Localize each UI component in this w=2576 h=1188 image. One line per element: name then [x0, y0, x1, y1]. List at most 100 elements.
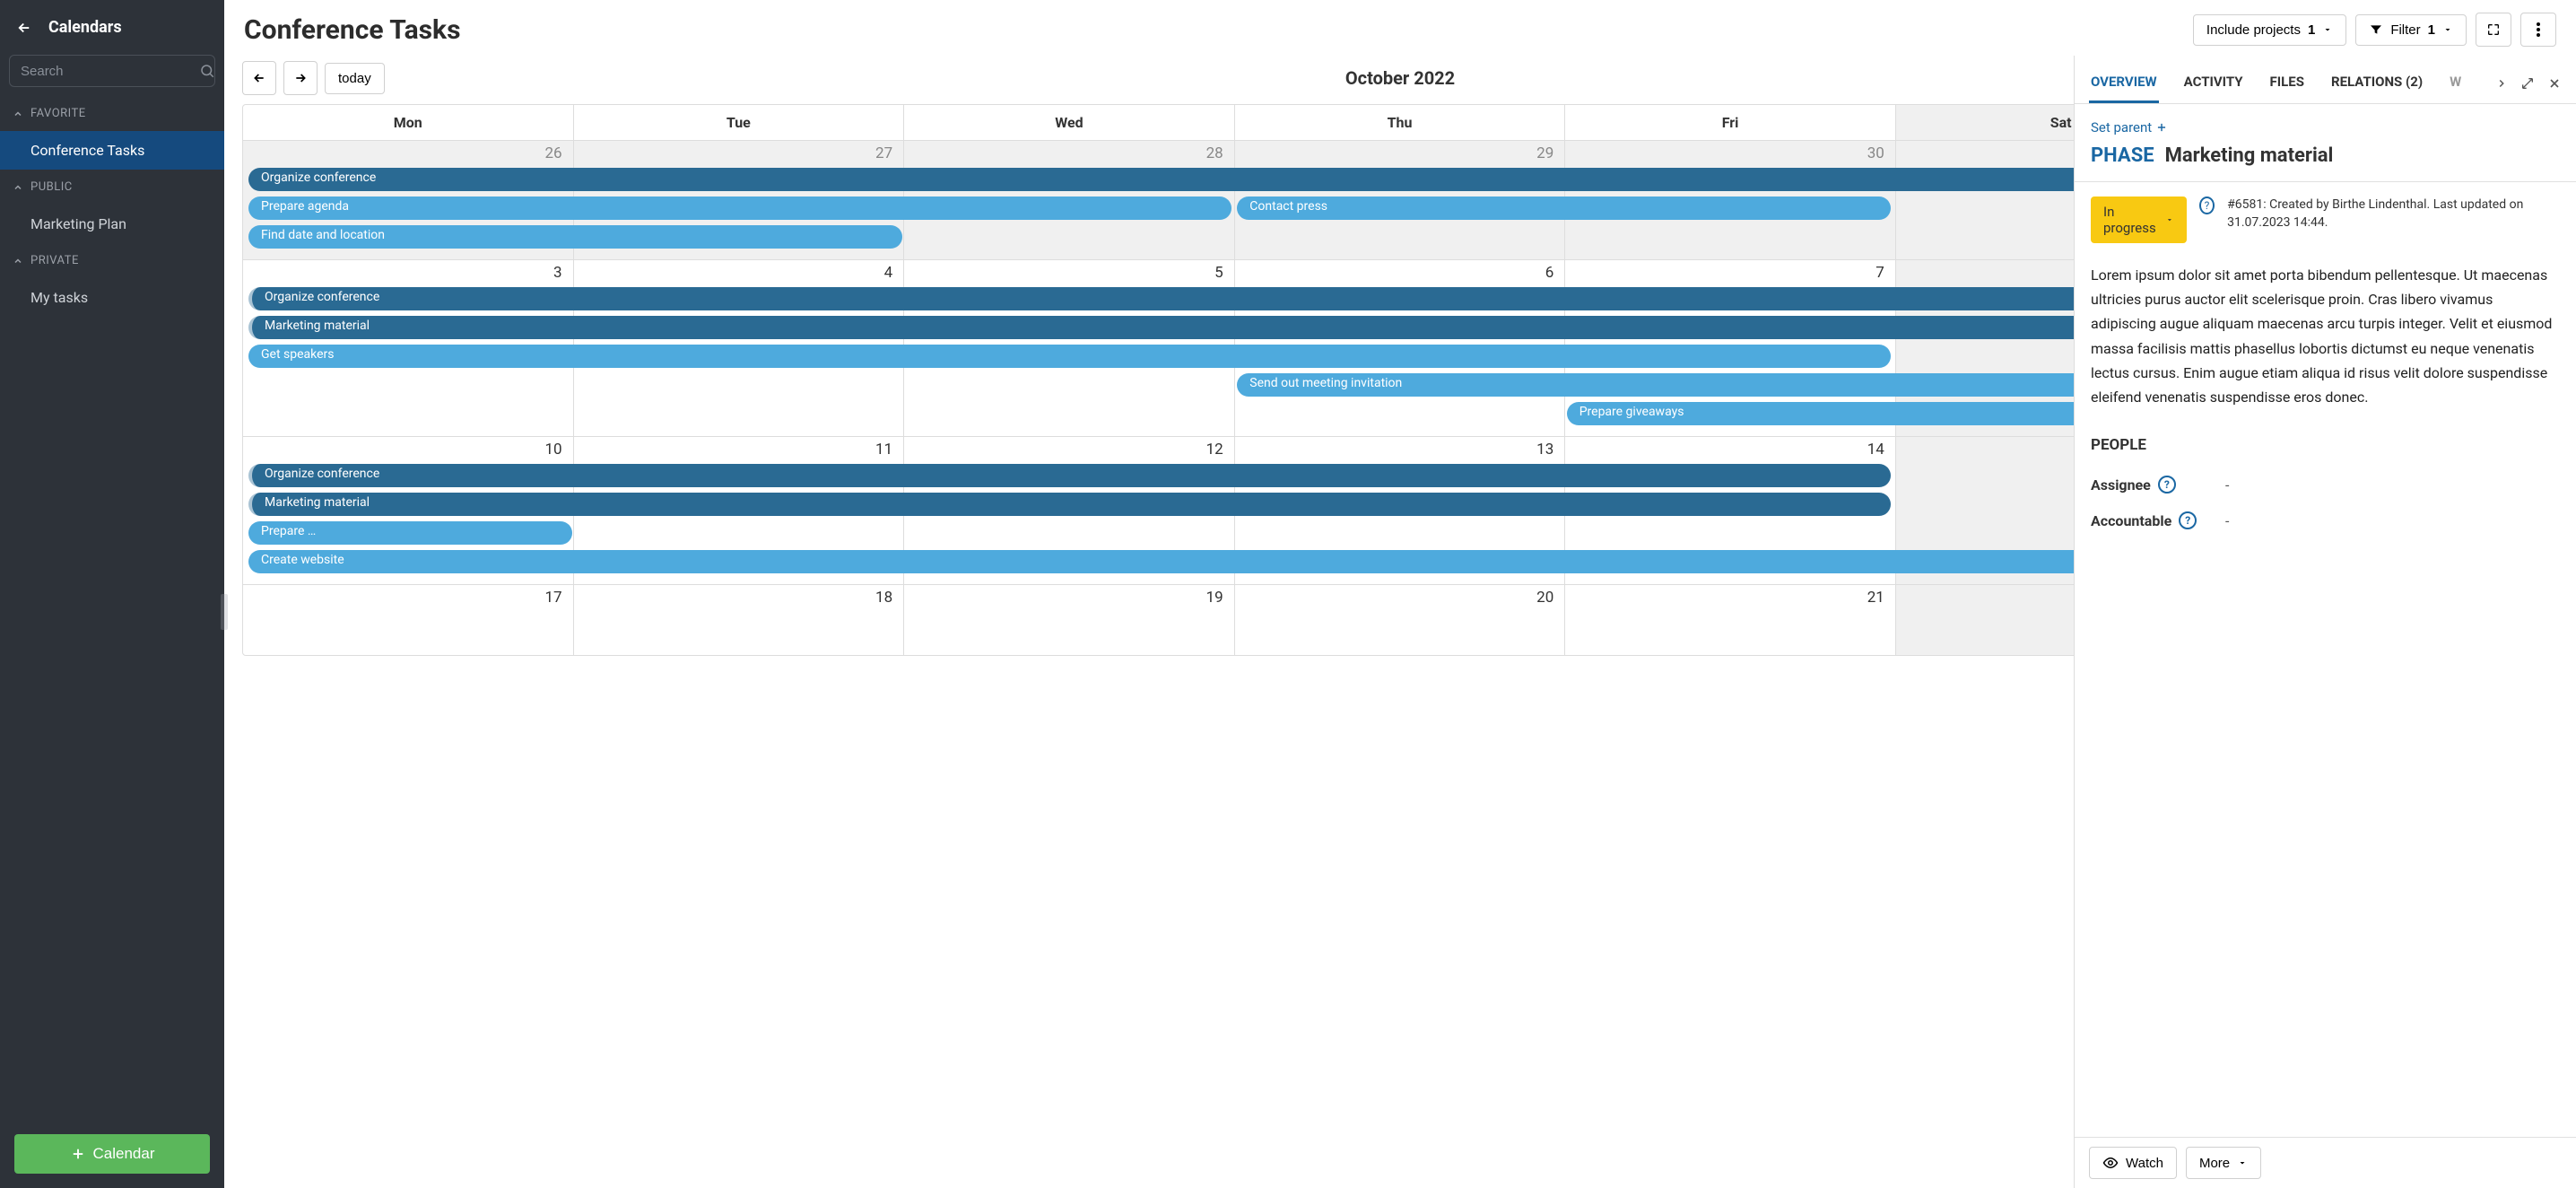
event-bar[interactable]: Marketing material	[248, 493, 1891, 516]
tab-files[interactable]: FILES	[2268, 63, 2306, 103]
search-input[interactable]	[9, 55, 215, 87]
next-button[interactable]	[283, 61, 318, 95]
set-parent-link[interactable]: Set parent	[2091, 119, 2168, 135]
date-cell[interactable]: 6	[1235, 260, 1566, 285]
accountable-value[interactable]: -	[2225, 512, 2229, 529]
date-cell[interactable]: 27	[574, 141, 905, 166]
include-projects-dropdown[interactable]: Include projects 1	[2193, 14, 2346, 46]
eye-icon	[2102, 1155, 2119, 1171]
dow-header: Fri	[1565, 105, 1896, 140]
more-menu-button[interactable]	[2520, 13, 2556, 47]
chevron-right-icon	[2495, 77, 2508, 90]
section-public[interactable]: PUBLIC	[0, 170, 224, 205]
help-icon[interactable]: ?	[2199, 197, 2215, 214]
date-cell[interactable]: 5	[904, 260, 1235, 285]
filter-label: Filter	[2390, 22, 2420, 38]
section-favorite[interactable]: FAVORITE	[0, 96, 224, 131]
meta-info: #6581: Created by Birthe Lindenthal. Las…	[2227, 197, 2560, 231]
more-dropdown[interactable]: More	[2186, 1147, 2261, 1179]
accountable-label: Accountable	[2091, 512, 2171, 529]
tab-activity[interactable]: ACTIVITY	[2182, 63, 2245, 103]
date-cell[interactable]: 20	[1235, 585, 1566, 610]
sidebar: Calendars FAVORITE Conference Tasks PUBL…	[0, 0, 224, 1188]
date-cell[interactable]: 4	[574, 260, 905, 285]
include-projects-label: Include projects	[2206, 22, 2301, 38]
event-bar[interactable]: Get speakers	[248, 345, 1891, 368]
search-icon	[199, 63, 215, 79]
sidebar-item-marketing-plan[interactable]: Marketing Plan	[0, 205, 224, 243]
resize-handle[interactable]	[221, 594, 228, 630]
caret-down-icon	[2165, 214, 2174, 225]
event-bar[interactable]: Contact press	[1237, 197, 1891, 220]
date-cell[interactable]: 10	[243, 437, 574, 462]
date-cell[interactable]: 21	[1565, 585, 1896, 610]
date-cell[interactable]: 12	[904, 437, 1235, 462]
event-bar[interactable]: Prepare …	[248, 521, 572, 545]
dow-header: Thu	[1235, 105, 1566, 140]
section-label: PUBLIC	[30, 180, 73, 194]
main: Conference Tasks Include projects 1 Filt…	[224, 0, 2576, 1188]
event-bar[interactable]: Organize conference	[248, 464, 1891, 487]
date-cell[interactable]: 18	[574, 585, 905, 610]
expand-icon	[2486, 22, 2501, 37]
sidebar-item-conference-tasks[interactable]: Conference Tasks	[0, 131, 224, 170]
help-icon[interactable]: ?	[2179, 511, 2197, 529]
new-calendar-label: Calendar	[93, 1145, 155, 1163]
tab-overview[interactable]: OVERVIEW	[2089, 63, 2159, 103]
back-icon[interactable]	[16, 20, 32, 36]
dow-header: Wed	[904, 105, 1235, 140]
current-period-label: October 2022	[1345, 67, 1455, 89]
section-private[interactable]: PRIVATE	[0, 243, 224, 278]
prev-button[interactable]	[242, 61, 276, 95]
page-title: Conference Tasks	[244, 14, 460, 46]
more-label: More	[2199, 1156, 2230, 1171]
tab-more-overflow[interactable]: W	[2448, 63, 2463, 103]
chevron-up-icon	[13, 256, 23, 266]
help-icon[interactable]: ?	[2158, 476, 2176, 494]
date-cell[interactable]: 19	[904, 585, 1235, 610]
filter-icon	[2369, 22, 2383, 37]
expand-diagonal-icon	[2520, 76, 2535, 91]
dow-header: Tue	[574, 105, 905, 140]
date-cell[interactable]: 30	[1565, 141, 1896, 166]
filter-dropdown[interactable]: Filter 1	[2355, 14, 2467, 46]
date-cell[interactable]: 28	[904, 141, 1235, 166]
date-cell[interactable]: 17	[243, 585, 574, 610]
arrow-right-icon	[293, 71, 308, 85]
watch-button[interactable]: Watch	[2089, 1147, 2177, 1179]
caret-down-icon	[2322, 24, 2333, 35]
sidebar-title[interactable]: Calendars	[48, 18, 122, 37]
description[interactable]: Lorem ipsum dolor sit amet porta bibendu…	[2091, 263, 2560, 409]
date-cell[interactable]: 29	[1235, 141, 1566, 166]
date-cell[interactable]: 13	[1235, 437, 1566, 462]
date-cell[interactable]: 26	[243, 141, 574, 166]
search-input-field[interactable]	[21, 64, 199, 79]
dow-header: Mon	[243, 105, 574, 140]
assignee-value[interactable]: -	[2225, 476, 2229, 494]
date-cell[interactable]: 14	[1565, 437, 1896, 462]
tab-relations[interactable]: RELATIONS (2)	[2329, 63, 2424, 103]
detail-panel: OVERVIEW ACTIVITY FILES RELATIONS (2) W	[2074, 56, 2576, 1188]
new-calendar-button[interactable]: Calendar	[14, 1134, 210, 1174]
status-dropdown[interactable]: In progress	[2091, 197, 2187, 243]
watch-label: Watch	[2126, 1156, 2163, 1171]
date-cell[interactable]: 11	[574, 437, 905, 462]
close-panel[interactable]	[2547, 76, 2562, 91]
date-cell[interactable]: 7	[1565, 260, 1896, 285]
chevron-up-icon	[13, 182, 23, 193]
date-cell[interactable]: 3	[243, 260, 574, 285]
event-bar[interactable]: Find date and location	[248, 225, 902, 249]
kebab-icon	[2537, 22, 2540, 37]
chevron-up-icon	[13, 109, 23, 119]
fullscreen-button[interactable]	[2476, 13, 2511, 47]
tabs-scroll-right[interactable]	[2495, 77, 2508, 90]
expand-panel[interactable]	[2520, 76, 2535, 91]
today-button[interactable]: today	[325, 63, 385, 94]
caret-down-icon	[2237, 1157, 2248, 1168]
close-icon	[2547, 76, 2562, 91]
event-bar[interactable]: Prepare agenda	[248, 197, 1231, 220]
people-section-title: PEOPLE	[2091, 436, 2560, 454]
work-package-title[interactable]: Marketing material	[2165, 144, 2334, 167]
sidebar-item-my-tasks[interactable]: My tasks	[0, 278, 224, 317]
plus-icon	[2155, 121, 2168, 134]
